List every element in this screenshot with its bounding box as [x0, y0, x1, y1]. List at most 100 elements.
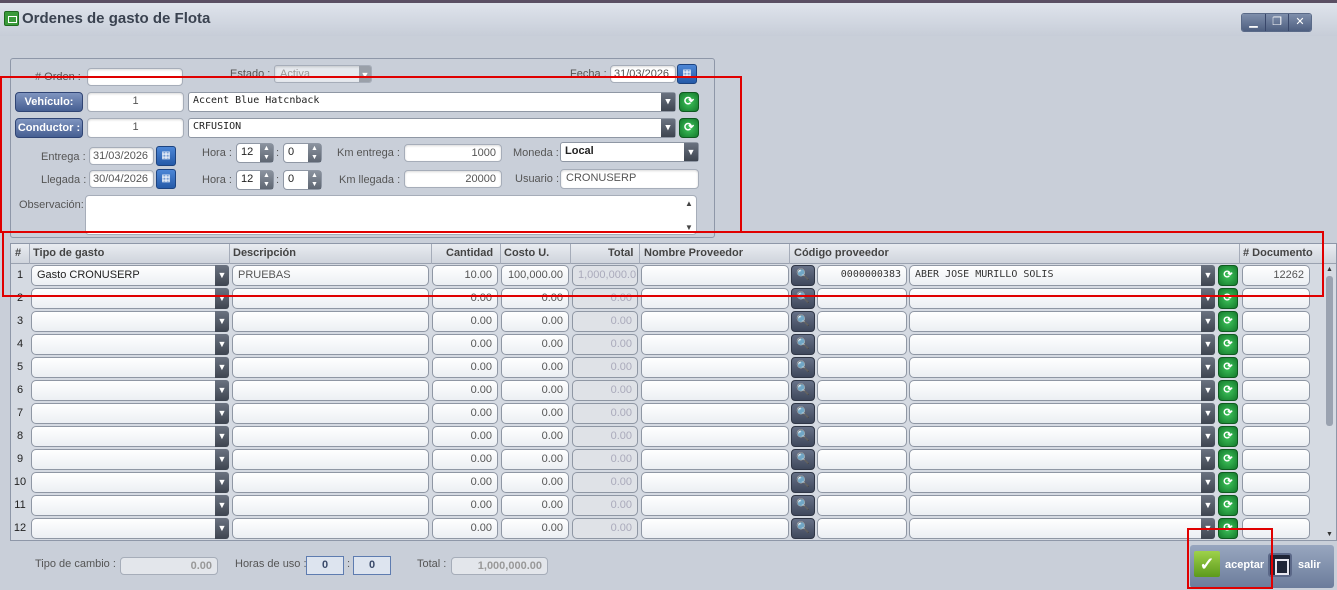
chevron-down-icon[interactable]: ▼: [1201, 288, 1215, 309]
vehiculo-select[interactable]: Accent Blue Hatcnback ▼: [188, 92, 676, 112]
proveedor-select[interactable]: [909, 426, 1213, 447]
search-icon[interactable]: 🔍: [791, 403, 815, 424]
search-icon[interactable]: 🔍: [791, 426, 815, 447]
costo-input[interactable]: 0.00: [501, 495, 569, 516]
search-icon[interactable]: 🔍: [791, 495, 815, 516]
search-icon[interactable]: 🔍: [791, 518, 815, 539]
calendar-icon[interactable]: ▦: [677, 64, 697, 84]
proveedor-select[interactable]: [909, 380, 1213, 401]
search-icon[interactable]: 🔍: [791, 334, 815, 355]
tipo-gasto-select[interactable]: [31, 472, 225, 493]
tipo-gasto-select[interactable]: [31, 403, 225, 424]
costo-input[interactable]: 0.00: [501, 334, 569, 355]
descripcion-input[interactable]: [232, 357, 429, 378]
nombre-proveedor-input[interactable]: [641, 334, 789, 355]
refresh-icon[interactable]: ⟳: [1218, 495, 1238, 516]
refresh-icon[interactable]: ⟳: [1218, 334, 1238, 355]
refresh-icon[interactable]: ⟳: [1218, 426, 1238, 447]
tipo-gasto-select[interactable]: [31, 449, 225, 470]
tipo-gasto-select[interactable]: [31, 518, 225, 539]
codigo-proveedor-input[interactable]: [817, 288, 907, 309]
tipo-gasto-select[interactable]: [31, 495, 225, 516]
proveedor-select[interactable]: [909, 472, 1213, 493]
tipo-gasto-select[interactable]: Gasto CRONUSERP: [31, 265, 225, 286]
search-icon[interactable]: 🔍: [791, 449, 815, 470]
entrega-min-stepper[interactable]: 0 ▲ ▼: [283, 143, 322, 163]
chevron-down-icon[interactable]: ▼: [215, 380, 229, 401]
documento-input[interactable]: [1242, 495, 1310, 516]
cantidad-input[interactable]: 0.00: [432, 449, 498, 470]
proveedor-select[interactable]: [909, 357, 1213, 378]
refresh-icon[interactable]: ⟳: [1218, 311, 1238, 332]
codigo-proveedor-input[interactable]: [817, 357, 907, 378]
documento-input[interactable]: [1242, 380, 1310, 401]
llegada-min-stepper[interactable]: 0 ▲ ▼: [283, 170, 322, 190]
chevron-down-icon[interactable]: ▼: [1201, 357, 1215, 378]
chevron-down-icon[interactable]: ▼: [215, 518, 229, 539]
cantidad-input[interactable]: 0.00: [432, 357, 498, 378]
chevron-down-icon[interactable]: ▼: [215, 449, 229, 470]
nombre-proveedor-input[interactable]: [641, 265, 789, 286]
chevron-down-icon[interactable]: ▼: [215, 472, 229, 493]
documento-input[interactable]: [1242, 288, 1310, 309]
codigo-proveedor-input[interactable]: [817, 426, 907, 447]
usuario-input[interactable]: CRONUSERP: [560, 169, 699, 189]
cantidad-input[interactable]: 10.00: [432, 265, 498, 286]
search-icon[interactable]: 🔍: [791, 288, 815, 309]
search-icon[interactable]: 🔍: [791, 265, 815, 286]
descripcion-input[interactable]: [232, 518, 429, 539]
cantidad-input[interactable]: 0.00: [432, 311, 498, 332]
tipo-gasto-select[interactable]: [31, 426, 225, 447]
conductor-select[interactable]: CRFUSION ▼: [188, 118, 676, 138]
exit-button[interactable]: salir: [1264, 545, 1334, 588]
search-icon[interactable]: 🔍: [791, 380, 815, 401]
refresh-icon[interactable]: ⟳: [1218, 265, 1238, 286]
estado-select[interactable]: Activa ▼: [274, 65, 372, 83]
conductor-refresh-icon[interactable]: ⟳: [679, 118, 699, 138]
grid-scrollbar[interactable]: ▲ ▼: [1325, 266, 1334, 538]
nombre-proveedor-input[interactable]: [641, 380, 789, 401]
refresh-icon[interactable]: ⟳: [1218, 403, 1238, 424]
descripcion-input[interactable]: PRUEBAS: [232, 265, 429, 286]
nombre-proveedor-input[interactable]: [641, 403, 789, 424]
vehiculo-id-input[interactable]: 1: [87, 92, 184, 112]
search-icon[interactable]: 🔍: [791, 311, 815, 332]
cantidad-input[interactable]: 0.00: [432, 518, 498, 539]
documento-input[interactable]: [1242, 334, 1310, 355]
tipo-gasto-select[interactable]: [31, 334, 225, 355]
chevron-down-icon[interactable]: ▼: [215, 426, 229, 447]
cantidad-input[interactable]: 0.00: [432, 426, 498, 447]
chevron-down-icon[interactable]: ▼: [215, 357, 229, 378]
proveedor-select[interactable]: [909, 518, 1213, 539]
nombre-proveedor-input[interactable]: [641, 311, 789, 332]
costo-input[interactable]: 0.00: [501, 518, 569, 539]
proveedor-select[interactable]: [909, 449, 1213, 470]
vehiculo-refresh-icon[interactable]: ⟳: [679, 92, 699, 112]
chevron-down-icon[interactable]: ▼: [215, 265, 229, 286]
refresh-icon[interactable]: ⟳: [1218, 357, 1238, 378]
codigo-proveedor-input[interactable]: [817, 495, 907, 516]
chevron-down-icon[interactable]: ▼: [1201, 495, 1215, 516]
refresh-icon[interactable]: ⟳: [1218, 472, 1238, 493]
codigo-proveedor-input[interactable]: 0000000383: [817, 265, 907, 286]
minimize-button[interactable]: ▁: [1242, 14, 1265, 31]
chevron-down-icon[interactable]: ▼: [1201, 472, 1215, 493]
chevron-down-icon[interactable]: ▼: [1201, 380, 1215, 401]
proveedor-select[interactable]: ABER JOSE MURILLO SOLIS: [909, 265, 1213, 286]
costo-input[interactable]: 0.00: [501, 288, 569, 309]
textarea-scrollbar[interactable]: ▲ ▼: [684, 198, 694, 232]
costo-input[interactable]: 100,000.00: [501, 265, 569, 286]
codigo-proveedor-input[interactable]: [817, 518, 907, 539]
cantidad-input[interactable]: 0.00: [432, 495, 498, 516]
documento-input[interactable]: [1242, 403, 1310, 424]
nombre-proveedor-input[interactable]: [641, 472, 789, 493]
costo-input[interactable]: 0.00: [501, 449, 569, 470]
descripcion-input[interactable]: [232, 380, 429, 401]
cantidad-input[interactable]: 0.00: [432, 288, 498, 309]
descripcion-input[interactable]: [232, 311, 429, 332]
chevron-down-icon[interactable]: ▼: [215, 334, 229, 355]
accept-button[interactable]: ✓ aceptar: [1190, 545, 1264, 588]
chevron-down-icon[interactable]: ▼: [215, 288, 229, 309]
proveedor-select[interactable]: [909, 495, 1213, 516]
descripcion-input[interactable]: [232, 288, 429, 309]
